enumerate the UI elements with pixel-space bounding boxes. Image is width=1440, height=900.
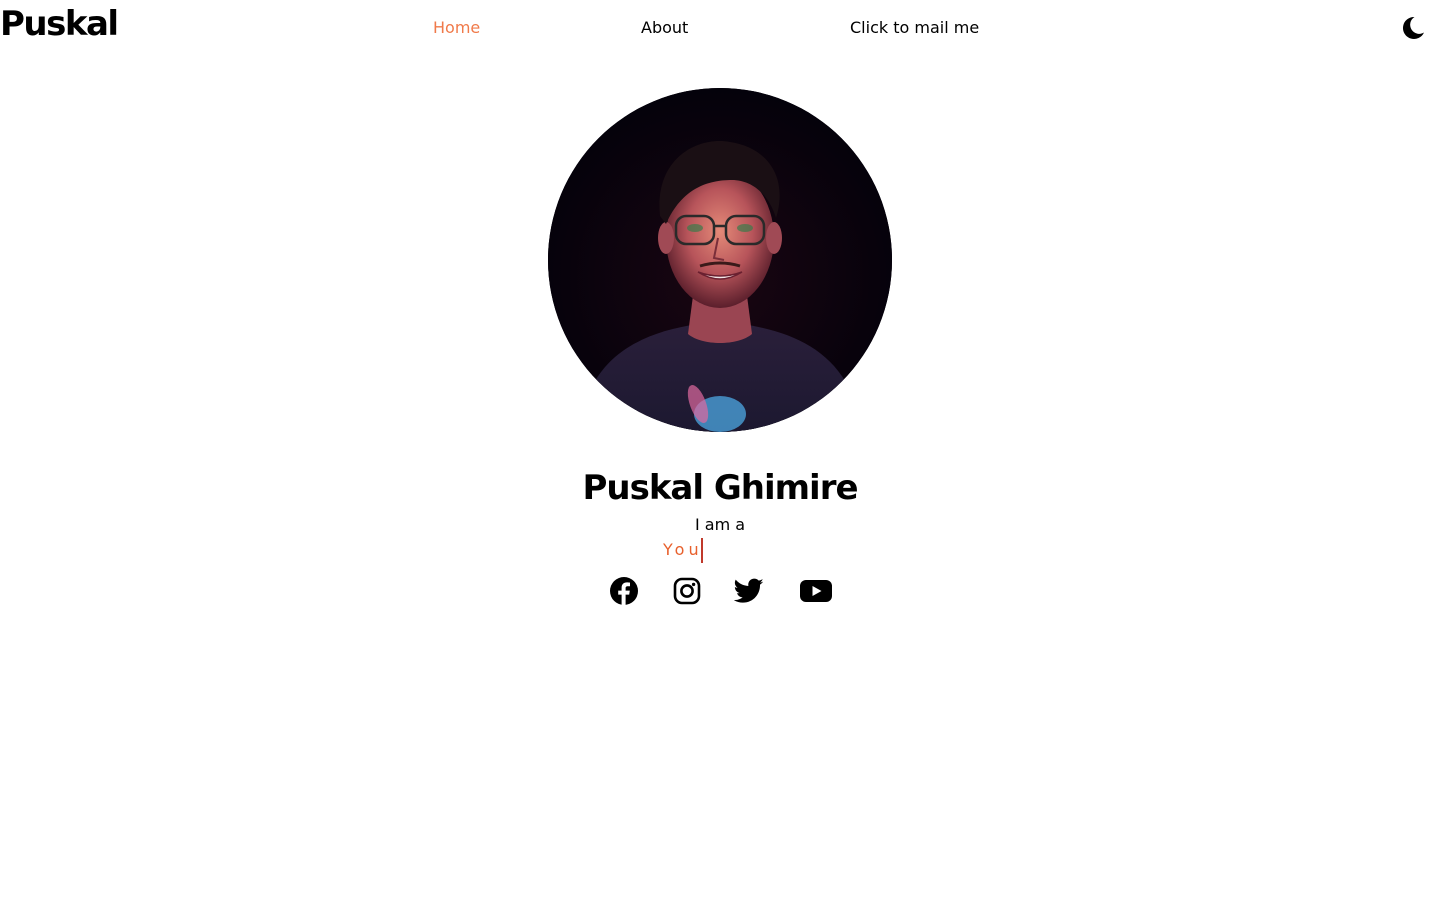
site-logo[interactable]: Puskal	[0, 2, 119, 46]
intro-text: I am a	[694, 515, 746, 534]
typing-cursor	[700, 537, 703, 563]
profile-avatar	[548, 88, 892, 432]
twitter-icon[interactable]	[732, 574, 766, 608]
moon-icon[interactable]	[1399, 14, 1427, 42]
youtube-icon[interactable]	[799, 574, 833, 608]
typed-role: You	[663, 537, 703, 563]
facebook-icon[interactable]	[607, 574, 641, 608]
instagram-icon[interactable]	[670, 574, 704, 608]
nav-about-link[interactable]: About	[641, 17, 688, 39]
nav-mail-link[interactable]: Click to mail me	[850, 17, 979, 39]
nav-home-link[interactable]: Home	[433, 17, 480, 39]
typed-role-text: You	[663, 540, 703, 559]
profile-name: Puskal Ghimire	[582, 468, 858, 508]
